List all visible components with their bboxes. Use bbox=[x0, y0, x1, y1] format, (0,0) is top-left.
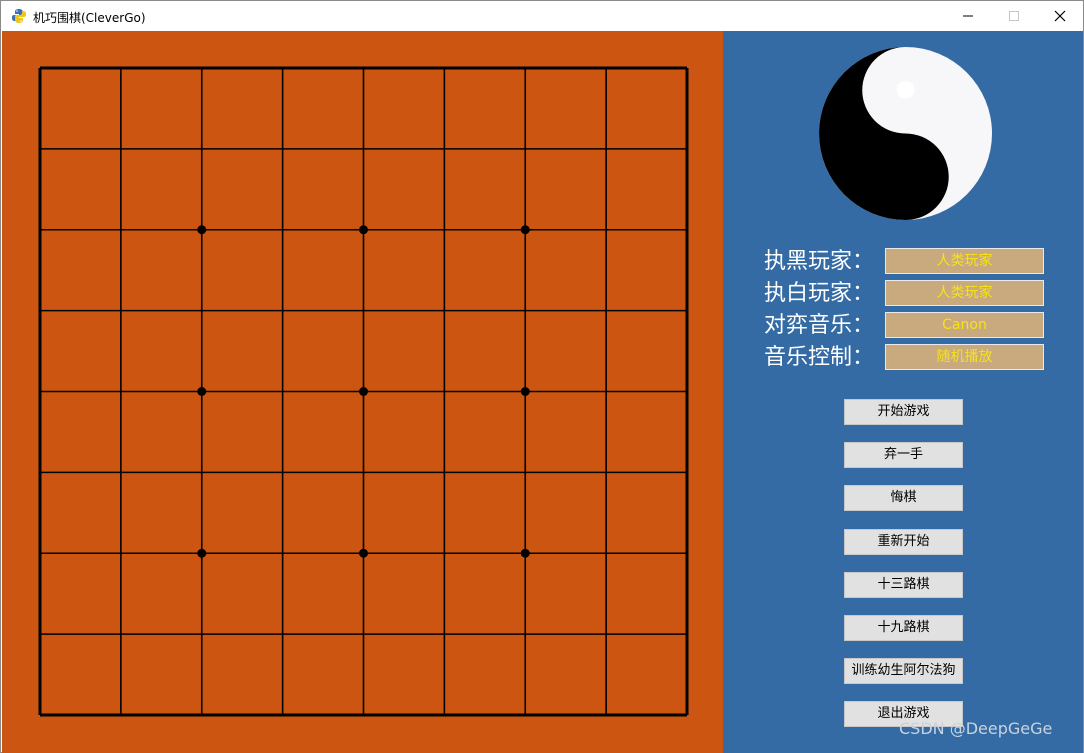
star-point bbox=[359, 548, 368, 558]
white-player-value[interactable]: 人类玩家 bbox=[885, 280, 1044, 306]
side-panel: 执黑玩家： 人类玩家 执白玩家： 人类玩家 对弈音乐： Canon 音乐控制： … bbox=[723, 31, 1083, 753]
app-window: 机巧围棋(CleverGo) 执黑玩家： 人类玩家 执白玩家： 人类玩家 对弈音… bbox=[0, 0, 1084, 753]
star-point bbox=[197, 548, 207, 558]
star-point bbox=[520, 225, 530, 235]
star-point bbox=[520, 387, 530, 396]
python-snake-icon bbox=[11, 8, 27, 24]
train-alphago-button[interactable]: 训练幼生阿尔法狗 bbox=[844, 658, 963, 684]
go-board[interactable] bbox=[2, 31, 723, 753]
close-button[interactable] bbox=[1037, 1, 1083, 31]
star-point bbox=[197, 387, 207, 396]
watermark: CSDN @DeepGeGe bbox=[899, 719, 1053, 738]
undo-button[interactable]: 悔棋 bbox=[844, 485, 963, 511]
start-game-button[interactable]: 开始游戏 bbox=[844, 399, 963, 425]
music-control-label: 音乐控制： bbox=[764, 345, 875, 370]
white-player-label: 执白玩家： bbox=[764, 281, 875, 306]
board-19-button[interactable]: 十九路棋 bbox=[844, 615, 963, 641]
restart-button[interactable]: 重新开始 bbox=[844, 529, 963, 555]
star-point bbox=[520, 548, 530, 558]
title-bar[interactable]: 机巧围棋(CleverGo) bbox=[1, 1, 1083, 31]
star-point bbox=[197, 225, 207, 235]
star-point bbox=[359, 387, 368, 396]
maximize-icon bbox=[1009, 11, 1019, 21]
music-control-value[interactable]: 随机播放 bbox=[885, 344, 1044, 370]
board-grid[interactable] bbox=[2, 31, 723, 753]
game-music-label: 对弈音乐： bbox=[764, 313, 875, 338]
pass-button[interactable]: 弃一手 bbox=[844, 442, 963, 468]
black-player-value[interactable]: 人类玩家 bbox=[885, 248, 1044, 274]
black-player-label: 执黑玩家： bbox=[764, 249, 875, 274]
minimize-icon bbox=[963, 15, 973, 17]
minimize-button[interactable] bbox=[945, 1, 991, 31]
game-music-value[interactable]: Canon bbox=[885, 312, 1044, 338]
star-point bbox=[359, 225, 368, 235]
window-title: 机巧围棋(CleverGo) bbox=[33, 11, 146, 25]
close-icon bbox=[1054, 10, 1066, 22]
board-13-button[interactable]: 十三路棋 bbox=[844, 572, 963, 598]
maximize-button[interactable] bbox=[991, 1, 1037, 31]
yin-yang-icon bbox=[818, 46, 993, 221]
